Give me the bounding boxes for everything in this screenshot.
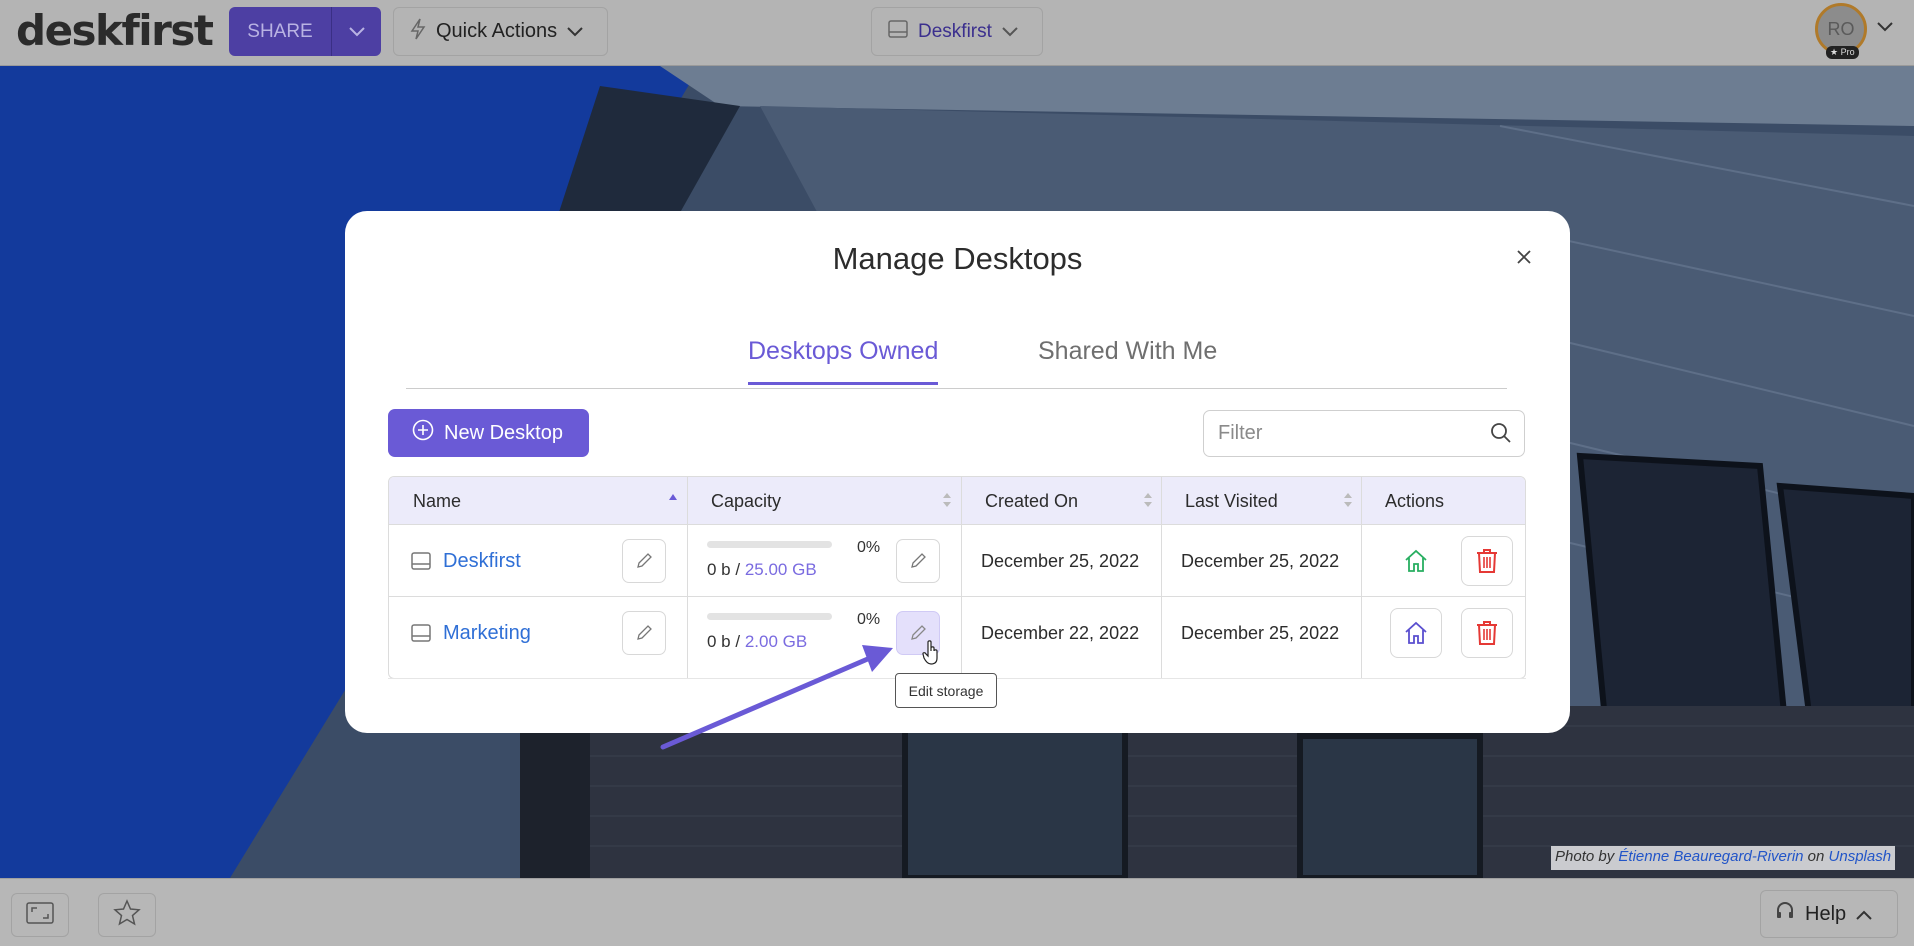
table-row: Marketing 0% 0 b / 2.00 GB December 22, …: [389, 596, 1525, 668]
filter-input[interactable]: [1218, 422, 1468, 445]
capacity-total: 25.00 GB: [744, 560, 817, 579]
trash-icon: [1477, 621, 1497, 645]
capacity-used: 0 b /: [707, 632, 741, 651]
desktop-name-cell: Marketing: [411, 597, 531, 669]
sort-icon: [1144, 493, 1152, 507]
pencil-icon: [911, 553, 926, 568]
edit-storage-button[interactable]: [896, 539, 940, 583]
fullscreen-icon: [26, 901, 54, 929]
lightning-icon: [410, 18, 426, 46]
tab-desktops-owned[interactable]: Desktops Owned: [748, 337, 939, 385]
credit-prefix: Photo by: [1555, 848, 1615, 865]
sort-ascending-icon: [669, 494, 677, 500]
filter-field[interactable]: [1203, 410, 1525, 457]
last-visited-date: December 25, 2022: [1181, 550, 1340, 571]
desktop-icon: [888, 19, 908, 44]
help-label: Help: [1805, 902, 1847, 925]
credit-author-link[interactable]: Étienne Beauregard-Riverin: [1618, 848, 1803, 865]
share-dropdown-chevron-icon[interactable]: [332, 7, 381, 56]
table-row: Deskfirst 0% 0 b / 25.00 GB December 25,…: [389, 524, 1525, 596]
credit-middle: on: [1807, 848, 1825, 865]
created-on-date: December 25, 2022: [981, 550, 1140, 571]
close-icon[interactable]: [1516, 249, 1532, 270]
chevron-down-icon: [1002, 21, 1018, 43]
edit-storage-tooltip: Edit storage: [895, 673, 997, 708]
column-header-last-visited[interactable]: Last Visited: [1161, 477, 1361, 525]
star-icon: [113, 898, 141, 932]
capacity-text: 0 b / 25.00 GB: [707, 560, 897, 580]
set-home-desktop-button[interactable]: [1390, 608, 1442, 658]
column-header-capacity-label: Capacity: [711, 490, 782, 511]
column-header-created-on[interactable]: Created On: [961, 477, 1161, 525]
created-on-date: December 22, 2022: [981, 622, 1140, 643]
chevron-up-icon: [1856, 903, 1872, 926]
chevron-down-icon: [567, 20, 583, 43]
capacity-text: 0 b / 2.00 GB: [707, 632, 897, 652]
desktop-name-cell: Deskfirst: [411, 525, 521, 597]
rename-desktop-button[interactable]: [622, 611, 666, 655]
pro-badge: ★ Pro: [1826, 46, 1859, 59]
capacity-used: 0 b /: [707, 560, 741, 579]
sort-icon: [1344, 493, 1352, 507]
hand-cursor-icon: [922, 640, 940, 671]
desktop-icon: [411, 552, 431, 570]
share-button[interactable]: SHARE: [229, 7, 381, 56]
trash-icon: [1477, 549, 1497, 573]
modal-title: Manage Desktops: [832, 241, 1083, 276]
sort-icon: [943, 493, 951, 507]
top-bar: deskfirst SHARE Quick Actions Deskfirst …: [0, 0, 1914, 66]
rename-desktop-button[interactable]: [622, 539, 666, 583]
capacity-total: 2.00 GB: [744, 632, 808, 651]
share-label[interactable]: SHARE: [229, 7, 332, 56]
home-desktop-button[interactable]: [1390, 536, 1442, 586]
desktop-name-link[interactable]: Deskfirst: [443, 550, 521, 573]
new-desktop-button[interactable]: New Desktop: [388, 409, 589, 457]
capacity-bar: [707, 613, 832, 620]
search-icon[interactable]: [1490, 422, 1512, 450]
quick-actions-button[interactable]: Quick Actions: [393, 7, 608, 56]
tab-shared-with-me[interactable]: Shared With Me: [1038, 337, 1217, 382]
column-header-name[interactable]: Name: [389, 477, 687, 525]
home-icon: [1405, 621, 1427, 644]
capacity-cell: 0% 0 b / 2.00 GB: [707, 611, 897, 652]
pencil-icon: [637, 625, 652, 640]
plus-circle-icon: [412, 419, 434, 447]
column-header-created-label: Created On: [985, 490, 1079, 511]
capacity-bar: [707, 541, 832, 548]
favorites-button[interactable]: [98, 893, 156, 937]
help-button[interactable]: Help: [1760, 890, 1898, 938]
column-header-actions-label: Actions: [1385, 490, 1445, 511]
headset-icon: [1775, 901, 1795, 927]
desktops-table: Name Capacity Created On Last Visited Ac…: [388, 476, 1526, 679]
capacity-percent: 0%: [857, 611, 881, 628]
last-visited-date: December 25, 2022: [1181, 622, 1340, 643]
capacity-cell: 0% 0 b / 25.00 GB: [707, 539, 897, 580]
desktop-selector[interactable]: Deskfirst: [871, 7, 1043, 56]
column-header-capacity[interactable]: Capacity: [687, 477, 961, 525]
column-header-name-label: Name: [413, 490, 462, 511]
home-icon: [1405, 549, 1427, 572]
desktop-selector-label: Deskfirst: [918, 20, 992, 42]
app-logo[interactable]: deskfirst: [16, 6, 214, 55]
photo-credit: Photo by Étienne Beauregard-Riverin on U…: [1551, 846, 1896, 870]
quick-actions-label: Quick Actions: [436, 20, 558, 42]
column-header-actions: Actions: [1361, 477, 1525, 525]
fullscreen-button[interactable]: [11, 893, 69, 937]
capacity-percent: 0%: [857, 539, 881, 556]
pencil-icon: [637, 553, 652, 568]
manage-desktops-modal: Manage Desktops Desktops Owned Shared Wi…: [345, 211, 1570, 733]
new-desktop-label: New Desktop: [444, 421, 563, 444]
column-header-last-visited-label: Last Visited: [1185, 490, 1278, 511]
table-header: Name Capacity Created On Last Visited Ac…: [389, 477, 1525, 525]
desktop-name-link[interactable]: Marketing: [443, 622, 531, 645]
desktop-icon: [411, 624, 431, 642]
account-chevron-down-icon[interactable]: [1876, 20, 1894, 38]
modal-tabs: Desktops Owned Shared With Me: [406, 321, 1507, 389]
delete-desktop-button[interactable]: [1461, 608, 1513, 658]
bottom-bar: Help: [0, 878, 1914, 946]
credit-source-link[interactable]: Unsplash: [1829, 848, 1892, 865]
delete-desktop-button[interactable]: [1461, 536, 1513, 586]
